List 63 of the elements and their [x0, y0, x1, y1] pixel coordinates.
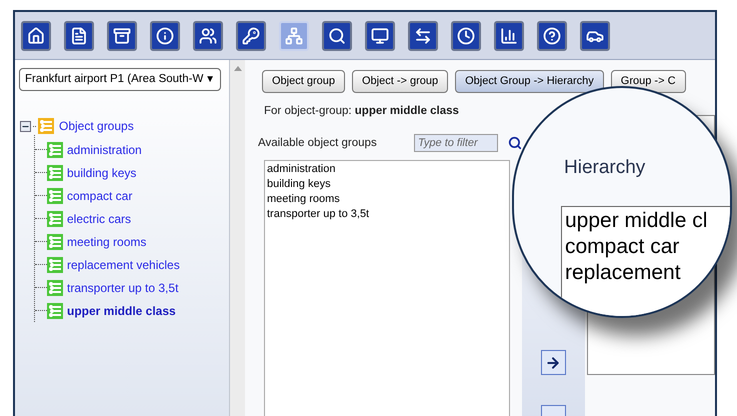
group-icon — [47, 256, 63, 272]
collapse-toggle-icon[interactable] — [20, 120, 31, 132]
group-icon — [47, 234, 63, 250]
group-icon — [47, 164, 63, 180]
list-item[interactable]: building keys — [267, 177, 509, 192]
toolbar-button[interactable] — [193, 20, 223, 50]
help-icon — [543, 26, 561, 44]
toolbar-button[interactable] — [64, 20, 94, 50]
location-dropdown[interactable]: Frankfurt airport P1 (Area South-W▼ — [19, 68, 221, 91]
tree-item[interactable]: upper middle class — [67, 302, 176, 320]
tree-item[interactable]: electric cars — [67, 210, 132, 228]
toolbar-button[interactable] — [322, 20, 352, 50]
tree-item[interactable]: building keys — [67, 164, 136, 182]
toolbar-button[interactable] — [537, 20, 567, 50]
magnified-list-item: upper middle cl — [565, 208, 708, 234]
magnified-list-item: replacement — [565, 260, 682, 286]
toolbar-button[interactable] — [494, 20, 524, 50]
list-item[interactable]: meeting rooms — [267, 192, 509, 208]
clock-icon — [457, 26, 475, 44]
info-icon — [156, 26, 174, 44]
toolbar-button[interactable] — [150, 20, 180, 50]
tree-item[interactable]: compact car — [67, 186, 132, 204]
tree-item[interactable]: administration — [67, 140, 142, 158]
tab[interactable]: Object Group -> Hierarchy — [455, 70, 604, 93]
context-label: For object-group: upper middle class — [264, 104, 460, 119]
arrow-right-icon — [545, 354, 562, 371]
document-icon — [70, 26, 88, 44]
toolbar-button[interactable] — [236, 20, 266, 50]
toolbar-button[interactable] — [580, 20, 610, 50]
toolbar-button[interactable] — [21, 20, 51, 50]
toolbar-button[interactable] — [365, 20, 395, 50]
group-icon — [47, 188, 63, 204]
list-item[interactable]: transporter up to 3,5t — [267, 207, 509, 222]
tree-item[interactable]: meeting rooms — [67, 232, 146, 250]
group-icon — [38, 118, 54, 134]
magnified-heading: Hierarchy — [564, 156, 646, 180]
tab[interactable]: Object group — [262, 70, 345, 93]
tab[interactable]: Object -> group — [352, 70, 448, 93]
toolbar-button[interactable] — [451, 20, 481, 50]
list-label: Available object groups — [258, 136, 378, 151]
filter-field[interactable]: Type to filter — [414, 134, 498, 152]
bar-chart-icon — [500, 26, 518, 44]
key-icon — [242, 26, 260, 44]
monitor-icon — [371, 26, 389, 44]
group-icon — [47, 280, 63, 296]
magnified-list-item: compact car — [565, 234, 680, 260]
house-icon — [27, 26, 45, 44]
search-icon — [328, 26, 346, 44]
toolbar-button[interactable] — [408, 20, 438, 50]
tree-item[interactable]: Object groups — [59, 117, 134, 135]
list-item[interactable]: administration — [267, 162, 509, 178]
transfer-arrows-icon — [414, 26, 432, 44]
move-right-button[interactable] — [540, 350, 566, 376]
cabinet-icon — [113, 26, 131, 44]
group-icon — [47, 142, 63, 158]
search-icon[interactable] — [508, 136, 522, 150]
toolbar-button[interactable] — [107, 20, 137, 50]
tree-item[interactable]: replacement vehicles — [67, 256, 180, 274]
group-icon — [47, 302, 63, 318]
people-icon — [199, 26, 217, 44]
tree-item[interactable]: transporter up to 3,5t — [67, 278, 178, 296]
group-icon — [47, 210, 63, 226]
hierarchy-icon — [285, 26, 303, 44]
